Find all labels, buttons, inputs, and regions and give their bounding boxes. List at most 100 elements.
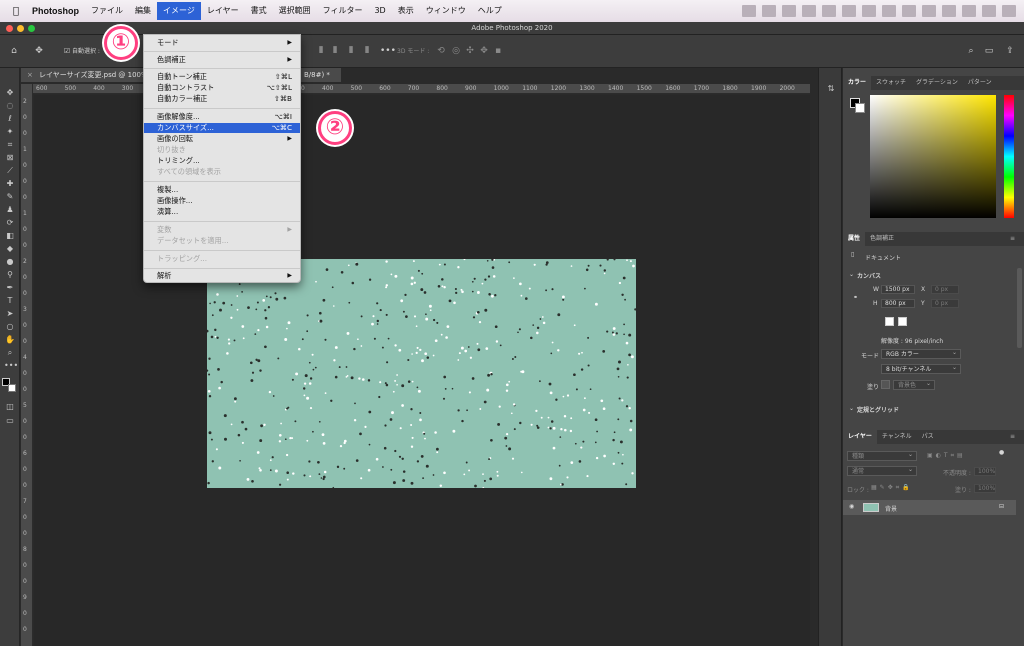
stamp-tool-icon[interactable]: ♟: [4, 205, 16, 215]
dodge-tool-icon[interactable]: ⚲: [4, 270, 16, 280]
menu-layer[interactable]: レイヤー: [201, 2, 245, 20]
close-tab-icon[interactable]: ×: [27, 68, 33, 82]
menu-item-analysis[interactable]: 解析 ▶: [144, 271, 300, 281]
hue-slider[interactable]: [1004, 95, 1014, 218]
link-icon[interactable]: ⚭: [853, 294, 858, 301]
menu-item-mode[interactable]: モード ▶: [144, 38, 300, 48]
status-icon[interactable]: [782, 5, 796, 17]
bucket-tool-icon[interactable]: ◆: [4, 244, 16, 254]
tab-gradients[interactable]: グラデーション: [911, 76, 963, 90]
menu-type[interactable]: 書式: [245, 2, 273, 20]
status-icon[interactable]: [942, 5, 956, 17]
eraser-tool-icon[interactable]: ◧: [4, 231, 16, 241]
menu-window[interactable]: ウィンドウ: [420, 2, 472, 20]
status-icon[interactable]: [882, 5, 896, 17]
tab-layers[interactable]: レイヤー: [843, 430, 877, 444]
zoom-tool-icon[interactable]: ⌕: [4, 348, 16, 358]
blur-tool-icon[interactable]: ●: [4, 257, 16, 267]
x-field[interactable]: 0 px: [931, 285, 959, 294]
move-tool-icon[interactable]: ✥: [4, 88, 16, 98]
roll-3d-icon[interactable]: ◎: [451, 46, 461, 56]
home-icon[interactable]: ⌂: [9, 46, 19, 56]
color-bg-swatch[interactable]: [855, 103, 865, 113]
apple-icon[interactable]: : [6, 6, 26, 17]
brush-tool-icon[interactable]: ✎: [4, 192, 16, 202]
crop-tool-icon[interactable]: ⌗: [4, 140, 16, 150]
tab-patterns[interactable]: パターン: [963, 76, 997, 90]
menu-help[interactable]: ヘルプ: [472, 2, 508, 20]
menu-item-canvas-size[interactable]: カンバスサイズ... ⌥⌘C: [144, 123, 300, 133]
status-icon[interactable]: [842, 5, 856, 17]
distribute-icon[interactable]: ⫴: [316, 46, 326, 56]
menu-file[interactable]: ファイル: [85, 2, 129, 20]
magic-wand-icon[interactable]: ✦: [4, 127, 16, 137]
menu-item-calculations[interactable]: 演算...: [144, 207, 300, 217]
document-canvas[interactable]: [207, 259, 636, 488]
status-icon[interactable]: [982, 5, 996, 17]
menu-item-auto-tone[interactable]: 自動トーン補正 ⇧⌘L: [144, 72, 300, 82]
quick-mask-icon[interactable]: ◫: [4, 402, 16, 412]
history-brush-icon[interactable]: ⟳: [4, 218, 16, 228]
layer-filter-icons[interactable]: ▣◐T⌗▤: [927, 452, 966, 460]
history-panel-icon[interactable]: ⇅: [825, 84, 837, 94]
move-tool-icon[interactable]: ✥: [34, 46, 44, 56]
status-icon[interactable]: [802, 5, 816, 17]
menu-item-apply-image[interactable]: 画像操作...: [144, 196, 300, 206]
menu-item-auto-color[interactable]: 自動カラー補正 ⇧⌘B: [144, 94, 300, 104]
panel-menu-icon[interactable]: ≡: [1005, 232, 1020, 246]
color-field[interactable]: [870, 95, 996, 218]
screen-mode-icon[interactable]: ▭: [4, 416, 16, 426]
properties-scrollbar[interactable]: [1017, 268, 1022, 348]
layer-kind-filter[interactable]: 種類: [847, 450, 917, 461]
tab-color[interactable]: カラー: [843, 76, 872, 90]
tab-paths[interactable]: パス: [917, 430, 939, 444]
hand-tool-icon[interactable]: ✋: [4, 335, 16, 345]
status-icon[interactable]: [822, 5, 836, 17]
menu-item-auto-contrast[interactable]: 自動コントラスト ⌥⇧⌘L: [144, 83, 300, 93]
shape-tool-icon[interactable]: ○: [4, 322, 16, 332]
type-tool-icon[interactable]: T: [4, 296, 16, 306]
width-field[interactable]: 1500 px: [881, 285, 915, 294]
marquee-tool-icon[interactable]: ◌: [4, 101, 16, 111]
menu-filter[interactable]: フィルター: [317, 2, 369, 20]
fill-opacity-field[interactable]: 100%: [974, 484, 996, 493]
menu-app-photoshop[interactable]: Photoshop: [26, 2, 85, 20]
share-icon[interactable]: ⇪: [1005, 46, 1015, 56]
menu-item-image-rotation[interactable]: 画像の回転 ▶: [144, 134, 300, 144]
scale-3d-icon[interactable]: ▪: [493, 46, 503, 56]
menu-item-duplicate[interactable]: 複製...: [144, 185, 300, 195]
status-icon[interactable]: [902, 5, 916, 17]
blend-mode-select[interactable]: 通常: [847, 465, 917, 476]
search-icon[interactable]: ⌕: [966, 46, 976, 56]
distribute-icon[interactable]: ⫴: [346, 46, 356, 56]
menu-item-trim[interactable]: トリミング...: [144, 156, 300, 166]
eyedropper-icon[interactable]: ⟋: [4, 166, 16, 176]
filter-toggle-icon[interactable]: ●: [999, 449, 1004, 456]
distribute-icon[interactable]: ⫴: [362, 46, 372, 56]
chevron-down-icon[interactable]: ⌄: [849, 271, 854, 278]
menu-image[interactable]: イメージ: [157, 2, 201, 20]
menu-view[interactable]: 表示: [392, 2, 420, 20]
menu-3d[interactable]: 3D: [368, 2, 391, 20]
checkbox-checked-icon[interactable]: ☑: [62, 46, 72, 56]
color-mode-select[interactable]: RGB カラー: [881, 348, 961, 359]
eye-icon[interactable]: ◉: [849, 503, 854, 510]
menu-item-adjustments[interactable]: 色調補正 ▶: [144, 55, 300, 65]
tab-swatches[interactable]: スウォッチ: [871, 76, 911, 90]
distribute-icon[interactable]: ⫴: [330, 46, 340, 56]
menu-select[interactable]: 選択範囲: [273, 2, 317, 20]
drag-3d-icon[interactable]: ✣: [465, 46, 475, 56]
background-color-swatch[interactable]: [8, 384, 16, 392]
panel-menu-icon[interactable]: ≡: [1005, 430, 1020, 444]
path-select-icon[interactable]: ➤: [4, 309, 16, 319]
menu-item-image-size[interactable]: 画像解像度... ⌥⌘I: [144, 112, 300, 122]
fill-swatch[interactable]: [881, 380, 890, 389]
slide-3d-icon[interactable]: ✥: [479, 46, 489, 56]
menu-edit[interactable]: 編集: [129, 2, 157, 20]
landscape-icon[interactable]: [898, 317, 907, 326]
tab-channels[interactable]: チャンネル: [877, 430, 917, 444]
layer-row-background[interactable]: ◉ 背景 ⊟: [843, 500, 1016, 515]
tab-properties[interactable]: 属性: [843, 232, 866, 246]
portrait-icon[interactable]: [885, 317, 894, 326]
more-options-icon[interactable]: •••: [380, 46, 396, 56]
